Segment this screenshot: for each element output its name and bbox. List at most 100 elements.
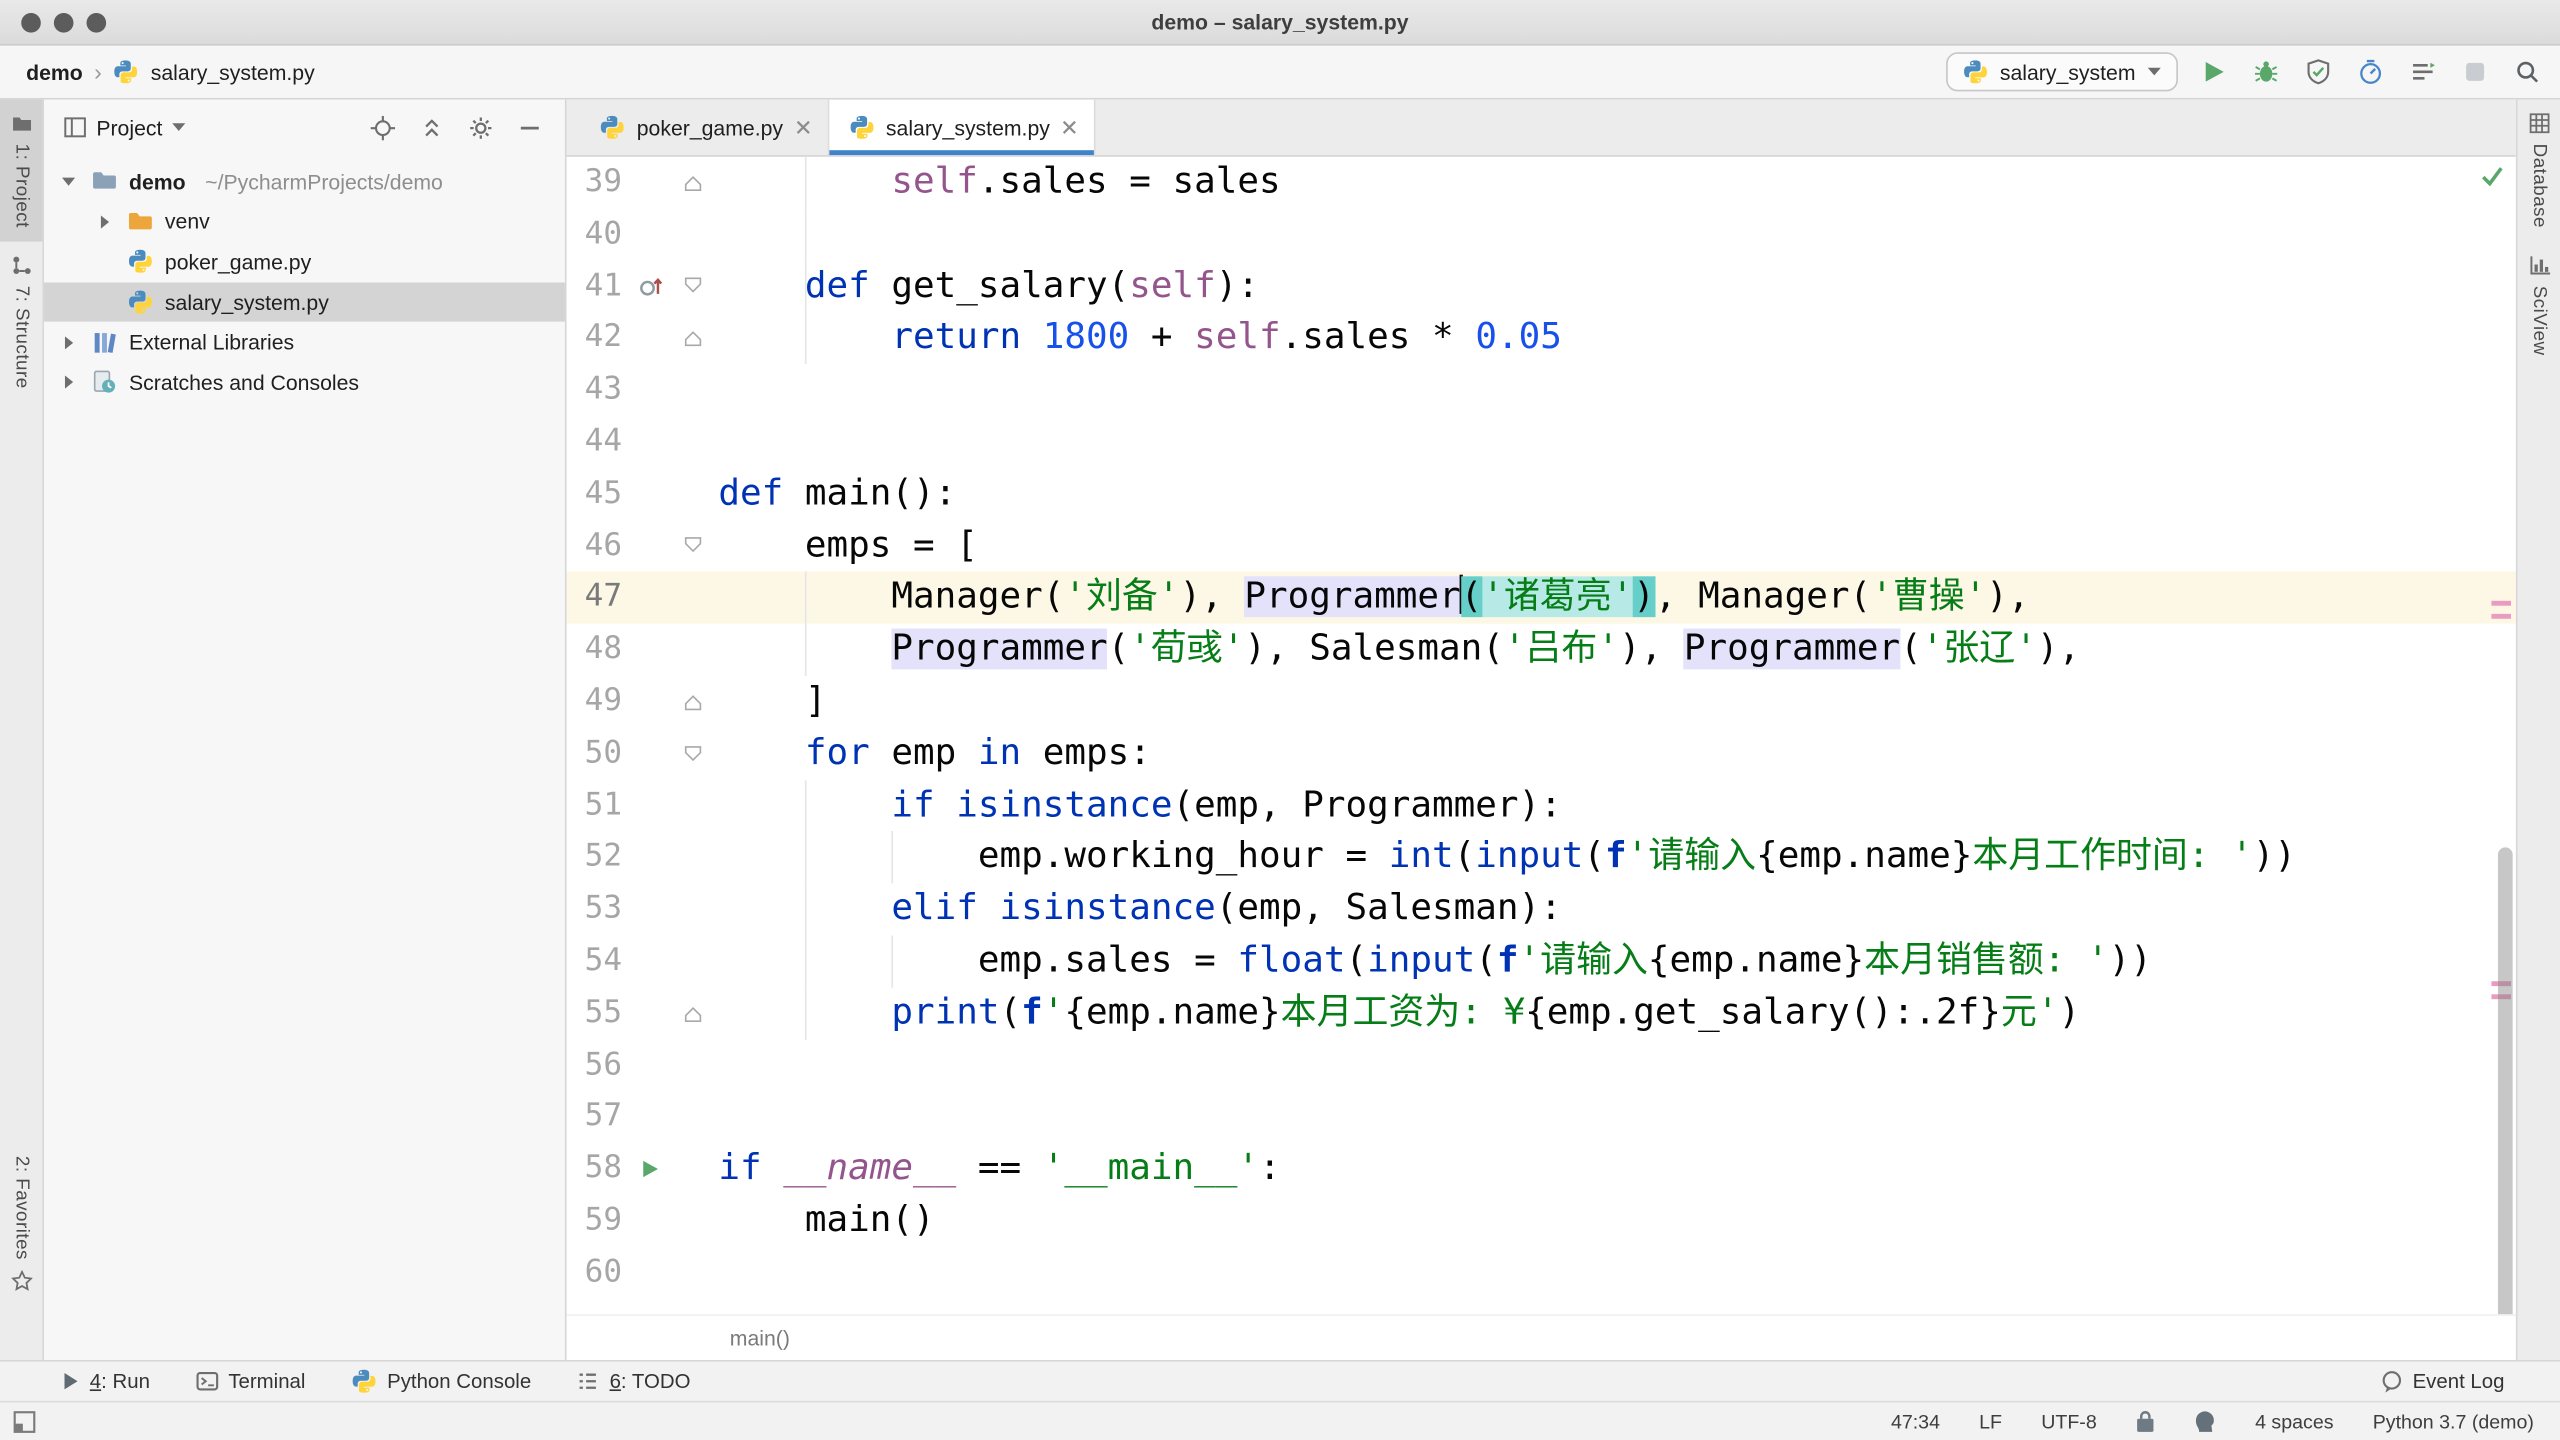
fold-up-icon[interactable]: [682, 1003, 703, 1024]
stripe-button-sciview[interactable]: SciView: [2518, 241, 2560, 368]
code-text[interactable]: print(f'{emp.name}本月工资为: ¥{emp.get_salar…: [718, 987, 2516, 1040]
code-line-44[interactable]: 44: [567, 416, 2516, 468]
stripe-button-7-structure[interactable]: 7: Structure: [0, 241, 42, 401]
concurrency-icon[interactable]: [2410, 59, 2436, 85]
profiler-icon[interactable]: [2358, 59, 2384, 85]
code-line-41[interactable]: 41 def get_salary(self):: [567, 260, 2516, 313]
code-text[interactable]: elif isinstance(emp, Salesman):: [718, 883, 2516, 936]
code-text[interactable]: if __name__ == '__main__':: [718, 1143, 2516, 1195]
line-number[interactable]: 49: [567, 676, 622, 728]
close-button[interactable]: [21, 13, 41, 33]
line-number[interactable]: 56: [567, 1039, 622, 1091]
tree-item-external-libraries[interactable]: External Libraries: [44, 322, 565, 362]
line-number[interactable]: 47: [567, 572, 622, 624]
collapse-all-icon[interactable]: [420, 115, 444, 139]
fold-up-icon[interactable]: [682, 328, 703, 349]
code-text[interactable]: if isinstance(emp, Programmer):: [718, 779, 2516, 832]
fold-down-icon[interactable]: [682, 535, 703, 556]
highlighting-level-icon[interactable]: [2195, 1409, 2216, 1433]
tree-item-demo[interactable]: demo ~/PycharmProjects/demo: [44, 162, 565, 202]
run-config-selector[interactable]: salary_system: [1945, 52, 2178, 92]
code-editor[interactable]: 39 self.sales = sales 40 41 def get_salary…: [566, 156, 2516, 1299]
coverage-icon[interactable]: [2305, 59, 2331, 85]
toolwindow-button-event-log[interactable]: Event Log: [2380, 1370, 2504, 1393]
line-number[interactable]: 57: [567, 1091, 622, 1143]
code-line-40[interactable]: 40: [567, 208, 2516, 261]
line-number[interactable]: 58: [567, 1143, 622, 1195]
code-line-46[interactable]: 46 emps = [: [567, 520, 2516, 572]
code-text[interactable]: def main():: [718, 468, 2516, 520]
stop-icon[interactable]: [2462, 59, 2488, 85]
stripe-button-2-favorites[interactable]: 2: Favorites: [0, 1143, 42, 1304]
settings-icon[interactable]: [469, 115, 493, 139]
editor-scrollbar[interactable]: [2497, 847, 2513, 1354]
code-text[interactable]: [718, 1039, 2516, 1091]
code-text[interactable]: self.sales = sales: [718, 156, 2516, 209]
line-number[interactable]: 59: [567, 1195, 622, 1247]
code-line-52[interactable]: 52 emp.working_hour = int(input(f'请输入{em…: [567, 831, 2516, 884]
line-separator[interactable]: LF: [1979, 1410, 2002, 1433]
line-number[interactable]: 45: [567, 468, 622, 520]
code-line-51[interactable]: 51 if isinstance(emp, Programmer):: [567, 779, 2516, 832]
code-line-55[interactable]: 55 print(f'{emp.name}本月工资为: ¥{emp.get_sa…: [567, 987, 2516, 1040]
stripe-button-1-project[interactable]: 1: Project: [0, 99, 43, 241]
locate-icon[interactable]: [370, 115, 396, 140]
caret-position[interactable]: 47:34: [1891, 1410, 1940, 1433]
code-line-45[interactable]: 45 def main():: [567, 468, 2516, 520]
toolwindow-button-python-console[interactable]: Python Console: [351, 1368, 531, 1394]
hide-icon[interactable]: [518, 115, 542, 139]
line-number[interactable]: 39: [567, 157, 622, 209]
line-number[interactable]: 48: [567, 624, 622, 676]
code-text[interactable]: [718, 416, 2516, 468]
code-text[interactable]: def get_salary(self):: [718, 260, 2516, 313]
debug-icon[interactable]: [2253, 59, 2279, 85]
python-interpreter[interactable]: Python 3.7 (demo): [2373, 1410, 2534, 1433]
tree-arrow-icon[interactable]: [57, 174, 80, 190]
code-line-49[interactable]: 49 ]: [567, 676, 2516, 728]
line-number[interactable]: 50: [567, 728, 622, 780]
fold-down-icon[interactable]: [682, 276, 703, 297]
code-text[interactable]: emp.working_hour = int(input(f'请输入{emp.n…: [718, 831, 2516, 884]
run-gutter-icon[interactable]: [638, 1158, 661, 1181]
search-icon[interactable]: [2514, 59, 2540, 85]
code-line-48[interactable]: 48 Programmer('荀彧'), Salesman('吕布'), Pro…: [567, 623, 2516, 676]
code-line-60[interactable]: 60: [567, 1247, 2516, 1299]
fold-down-icon[interactable]: [682, 743, 703, 764]
project-panel-title[interactable]: Project: [96, 115, 162, 139]
line-number[interactable]: 41: [567, 261, 622, 313]
code-text[interactable]: [718, 1091, 2516, 1143]
tree-item-scratches-and-consoles[interactable]: Scratches and Consoles: [44, 362, 565, 402]
line-number[interactable]: 52: [567, 832, 622, 884]
tab-salary-system-py[interactable]: salary_system.py: [828, 99, 1096, 156]
tree-item-poker-game-py[interactable]: poker_game.py: [44, 242, 565, 282]
code-text[interactable]: ]: [718, 676, 2516, 728]
code-line-53[interactable]: 53 elif isinstance(emp, Salesman):: [567, 883, 2516, 936]
tree-arrow-icon[interactable]: [93, 214, 116, 230]
tree-arrow-icon[interactable]: [57, 374, 80, 390]
readonly-lock-icon[interactable]: [2136, 1409, 2156, 1433]
stripe-button-database[interactable]: Database: [2518, 100, 2560, 241]
toolwindow-button-terminal[interactable]: Terminal: [196, 1370, 305, 1393]
tree-arrow-icon[interactable]: [57, 334, 80, 350]
code-text[interactable]: return 1800 + self.sales * 0.05: [718, 312, 2516, 365]
line-number[interactable]: 55: [567, 987, 622, 1039]
indent-setting[interactable]: 4 spaces: [2255, 1410, 2333, 1433]
code-line-47[interactable]: 47 Manager('刘备'), Programmer('诸葛亮'), Man…: [566, 572, 2516, 624]
line-number[interactable]: 46: [567, 520, 622, 572]
run-icon[interactable]: [2201, 59, 2227, 85]
code-line-56[interactable]: 56: [567, 1039, 2516, 1091]
line-number[interactable]: 42: [567, 312, 622, 364]
toolwindow-button-6-todo[interactable]: 6: TODO: [577, 1370, 690, 1393]
line-number[interactable]: 44: [567, 416, 622, 468]
code-line-42[interactable]: 42 return 1800 + self.sales * 0.05: [567, 312, 2516, 365]
code-text[interactable]: emps = [: [718, 520, 2516, 572]
code-text[interactable]: [718, 364, 2516, 416]
line-number[interactable]: 51: [567, 780, 622, 832]
code-line-59[interactable]: 59 main(): [567, 1195, 2516, 1247]
fold-up-icon[interactable]: [682, 172, 703, 193]
code-line-58[interactable]: 58 if __name__ == '__main__':: [567, 1143, 2516, 1195]
code-text[interactable]: main(): [718, 1195, 2516, 1247]
breadcrumb-project[interactable]: demo: [26, 60, 83, 84]
tree-item-venv[interactable]: venv: [44, 202, 565, 242]
code-text[interactable]: Programmer('荀彧'), Salesman('吕布'), Progra…: [718, 623, 2516, 676]
